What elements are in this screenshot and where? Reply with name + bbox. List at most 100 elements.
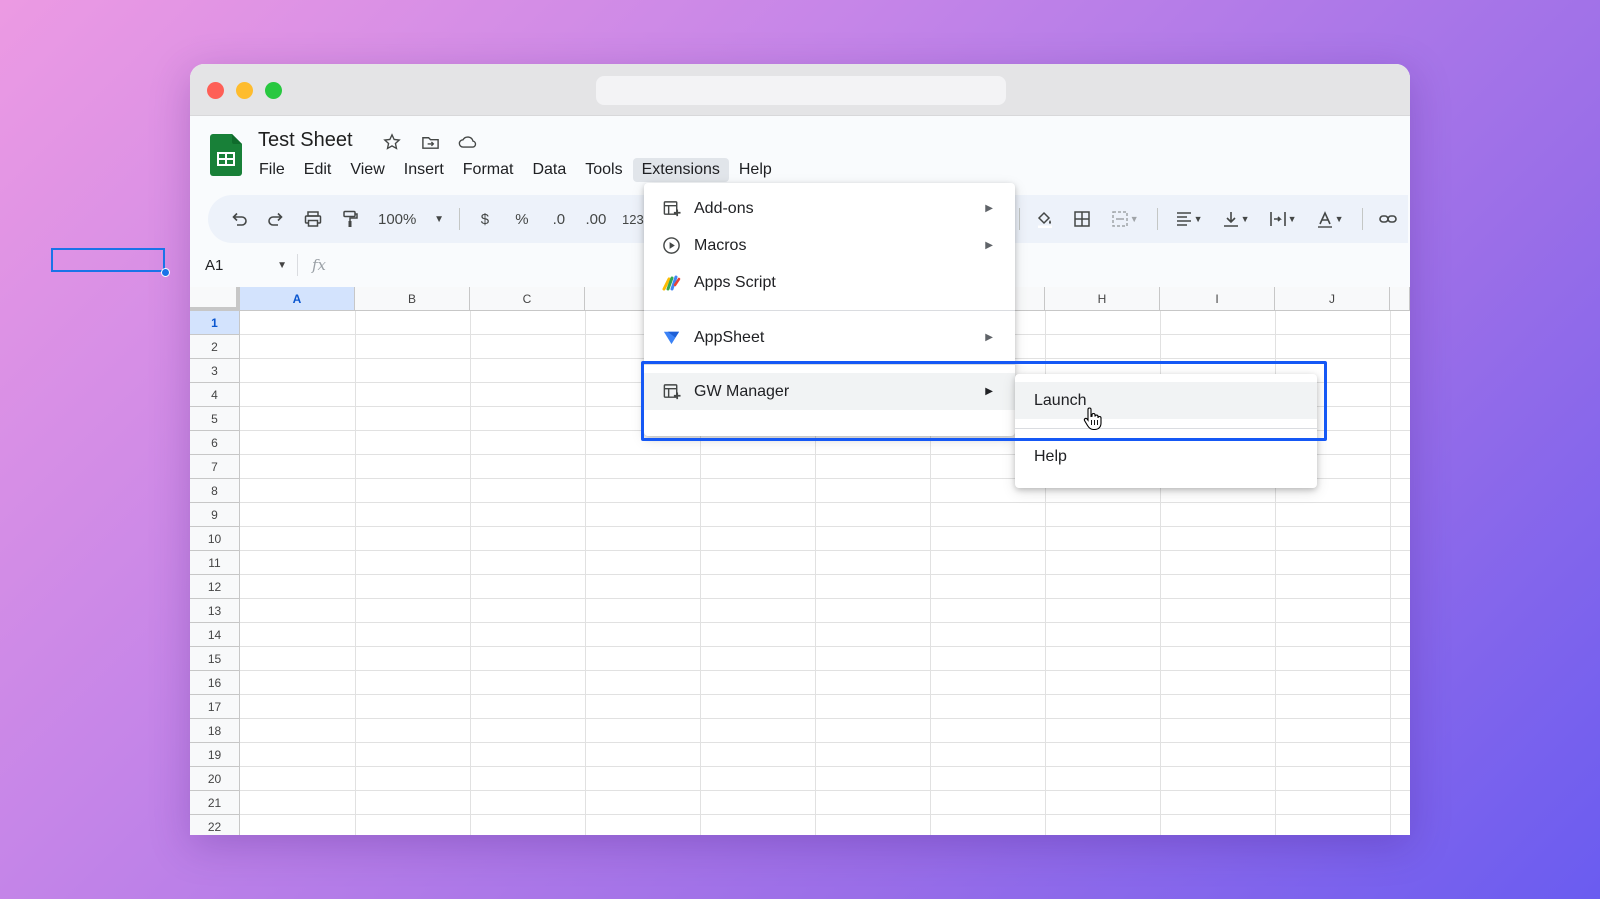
submenu-arrow-icon: ▶ [985, 203, 993, 214]
row-header-4[interactable]: 4 [190, 383, 240, 407]
percent-format-button[interactable]: % [505, 203, 539, 235]
row-header-17[interactable]: 17 [190, 695, 240, 719]
row-header-12[interactable]: 12 [190, 575, 240, 599]
toolbar-divider [1019, 208, 1021, 230]
menu-item-apps-script[interactable]: Apps Script [644, 264, 1015, 301]
chevron-down-icon: ▼ [434, 213, 444, 225]
row-header-6[interactable]: 6 [190, 431, 240, 455]
column-header-h[interactable]: H [1045, 287, 1160, 311]
row-gridline [240, 502, 1410, 503]
menu-tools[interactable]: Tools [576, 158, 631, 182]
row-gridline [240, 814, 1410, 815]
cloud-status-icon[interactable] [458, 132, 478, 152]
row-header-3[interactable]: 3 [190, 359, 240, 383]
submenu-item-label: Help [1034, 447, 1067, 465]
title-bar [190, 64, 1410, 116]
row-gridline [240, 790, 1410, 791]
minimize-window-button[interactable] [236, 82, 253, 99]
row-header-16[interactable]: 16 [190, 671, 240, 695]
macros-play-icon [660, 235, 682, 257]
hand-pointer-icon [1083, 407, 1102, 431]
toolbar-divider [459, 208, 460, 230]
zoom-select[interactable]: 100% ▼ [370, 203, 448, 235]
row-header-13[interactable]: 13 [190, 599, 240, 623]
horizontal-align-icon[interactable]: ▼ [1166, 203, 1210, 235]
currency-format-button[interactable]: $ [468, 203, 502, 235]
redo-icon[interactable] [259, 203, 293, 235]
menu-help[interactable]: Help [730, 158, 781, 182]
add-ons-icon [660, 198, 682, 220]
menu-item-label: Apps Script [694, 273, 776, 291]
row-header-21[interactable]: 21 [190, 791, 240, 815]
menu-extensions[interactable]: Extensions [632, 158, 729, 182]
paint-format-icon[interactable] [333, 203, 367, 235]
row-header-20[interactable]: 20 [190, 767, 240, 791]
menu-item-label: Add-ons [694, 199, 754, 217]
menu-item-macros[interactable]: Macros ▶ [644, 227, 1015, 264]
merge-cells-icon[interactable]: ▼ [1102, 203, 1146, 235]
name-box[interactable]: A1 ▼ [190, 254, 298, 276]
row-header-7[interactable]: 7 [190, 455, 240, 479]
row-gridline [240, 766, 1410, 767]
select-all-corner[interactable] [190, 287, 240, 311]
row-header-14[interactable]: 14 [190, 623, 240, 647]
apps-script-icon [660, 272, 682, 294]
menu-data[interactable]: Data [523, 158, 575, 182]
row-gridline [240, 718, 1410, 719]
row-header-15[interactable]: 15 [190, 647, 240, 671]
column-header-b[interactable]: B [355, 287, 470, 311]
fill-handle[interactable] [161, 268, 170, 277]
menu-item-label: AppSheet [694, 328, 765, 346]
close-window-button[interactable] [207, 82, 224, 99]
undo-icon[interactable] [222, 203, 256, 235]
text-wrap-icon[interactable]: ▼ [1260, 203, 1304, 235]
row-header-1[interactable]: 1 [190, 311, 240, 335]
borders-icon[interactable] [1065, 203, 1099, 235]
row-header-11[interactable]: 11 [190, 551, 240, 575]
menu-item-add-ons[interactable]: Add-ons ▶ [644, 190, 1015, 227]
menu-edit[interactable]: Edit [295, 158, 341, 182]
maximize-window-button[interactable] [265, 82, 282, 99]
move-to-folder-icon[interactable] [420, 132, 440, 152]
menu-file[interactable]: File [250, 158, 294, 182]
submenu-arrow-icon: ▶ [985, 332, 993, 343]
menu-format[interactable]: Format [454, 158, 523, 182]
text-rotation-icon[interactable]: ▼ [1307, 203, 1351, 235]
row-header-8[interactable]: 8 [190, 479, 240, 503]
document-title[interactable]: Test Sheet [258, 129, 353, 152]
row-gridline [240, 574, 1410, 575]
vertical-align-icon[interactable]: ▼ [1213, 203, 1257, 235]
star-icon[interactable] [382, 132, 402, 152]
decrease-decimal-button[interactable]: .0 [542, 203, 576, 235]
row-header-2[interactable]: 2 [190, 335, 240, 359]
menu-item-appsheet[interactable]: AppSheet ▶ [644, 319, 1015, 356]
sheets-logo-icon[interactable] [210, 134, 242, 176]
menu-insert[interactable]: Insert [395, 158, 453, 182]
row-header-9[interactable]: 9 [190, 503, 240, 527]
selected-cell-a1[interactable] [51, 248, 165, 272]
menu-divider [644, 310, 1015, 311]
row-header-19[interactable]: 19 [190, 743, 240, 767]
column-header-k[interactable] [1390, 287, 1410, 311]
column-header-j[interactable]: J [1275, 287, 1390, 311]
insert-link-icon[interactable] [1371, 203, 1405, 235]
column-header-c[interactable]: C [470, 287, 585, 311]
column-gridline [355, 311, 356, 835]
row-gridline [240, 598, 1410, 599]
row-header-5[interactable]: 5 [190, 407, 240, 431]
menu-view[interactable]: View [341, 158, 393, 182]
address-bar[interactable] [596, 76, 1006, 105]
increase-decimal-button[interactable]: .00 [579, 203, 613, 235]
row-gridline [240, 550, 1410, 551]
column-header-a[interactable]: A [240, 287, 355, 311]
row-gridline [240, 622, 1410, 623]
submenu-item-help[interactable]: Help [1015, 438, 1317, 475]
print-icon[interactable] [296, 203, 330, 235]
row-header-18[interactable]: 18 [190, 719, 240, 743]
row-header-22[interactable]: 22 [190, 815, 240, 835]
column-gridline [1390, 311, 1391, 835]
fill-color-icon[interactable] [1028, 203, 1062, 235]
menu-bar: File Edit View Insert Format Data Tools … [250, 157, 782, 183]
column-header-i[interactable]: I [1160, 287, 1275, 311]
row-header-10[interactable]: 10 [190, 527, 240, 551]
